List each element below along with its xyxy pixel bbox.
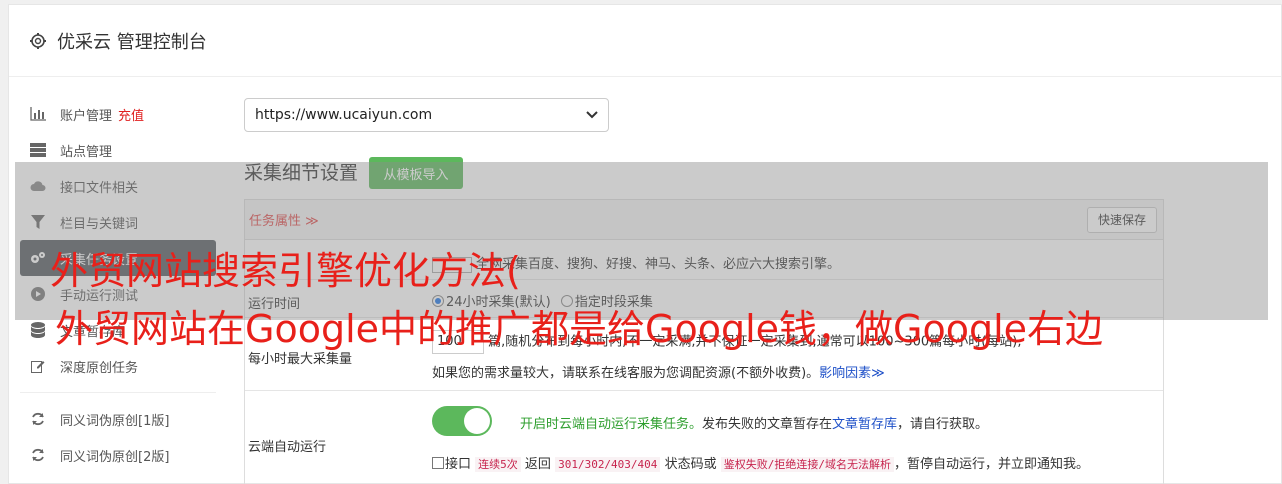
code-errors: 鉴权失败/拒绝连接/域名无法解析: [720, 457, 894, 472]
edit-icon: [30, 358, 46, 374]
code-status: 301/302/403/404: [555, 457, 661, 472]
pause-text-4: ，暂停自动运行，并立即通知我。: [893, 457, 1089, 472]
sidebar-divider: [20, 392, 216, 393]
pause-text-2: 返回: [524, 457, 551, 472]
sidebar-item-account[interactable]: 账户管理 充值: [20, 96, 216, 132]
pause-text-3: 状态码或: [664, 457, 717, 472]
overlay-line-1: 外贸网站搜索引擎优化方法(: [50, 249, 521, 293]
recharge-link[interactable]: 充值: [118, 105, 144, 124]
site-select[interactable]: https://www.ucaiyun.com: [244, 98, 609, 132]
sidebar-item-label: 同义词伪原创[2版]: [60, 449, 170, 465]
overlay-line-2: 外贸网站在Google中的推广都是给Google钱，做Google右边: [55, 307, 1104, 351]
cloud-run-row: 开启时云端自动运行采集任务。发布失败的文章暂存在文章暂存库，请自行获取。 云端自…: [245, 391, 1163, 484]
header: 优采云 管理控制台: [9, 5, 1281, 77]
page-title: 优采云 管理控制台: [57, 31, 207, 53]
server-icon: [30, 142, 46, 158]
article-store-link[interactable]: 文章暂存库: [832, 417, 897, 432]
refresh-icon: [30, 411, 46, 427]
bar-chart-icon: [30, 106, 46, 122]
sidebar-item-synonym-v1[interactable]: 同义词伪原创[1版]: [20, 401, 216, 437]
cloud-text: 发布失败的文章暂存在: [702, 417, 833, 432]
sidebar-item-label: 站点管理: [60, 144, 113, 160]
pause-on-error-checkbox[interactable]: [432, 457, 444, 469]
refresh-icon: [30, 447, 46, 463]
site-select-value: https://www.ucaiyun.com: [255, 107, 433, 123]
database-icon: [30, 322, 46, 338]
sidebar-item-label: 账户管理: [60, 108, 113, 124]
influence-factors-link[interactable]: 影响因素≫: [819, 366, 885, 381]
chevron-down-icon: [586, 107, 598, 123]
cloud-run-toggle[interactable]: [432, 406, 492, 436]
sidebar-item-synonym-v2[interactable]: 同义词伪原创[2版]: [20, 437, 216, 473]
sidebar-item-label: 同义词伪原创[1版]: [60, 413, 170, 429]
max-per-hour-help: 如果您的需求量较大，请联系在线客服为您调配资源(不额外收费)。: [432, 366, 820, 381]
sidebar-item-label: 深度原创任务: [60, 360, 139, 376]
cloud-text-end: ，请自行获取。: [897, 417, 989, 432]
code-consecutive: 连续5次: [475, 457, 521, 472]
sidebar-item-deep-original[interactable]: 深度原创任务: [20, 348, 216, 384]
cloud-on-text: 开启时云端自动运行采集任务。: [520, 417, 703, 432]
cloud-run-label: 云端自动运行: [248, 440, 327, 455]
overlay-banner: [15, 162, 1268, 320]
gear-icon: [29, 32, 47, 50]
pause-text-1: 接口: [445, 457, 472, 472]
